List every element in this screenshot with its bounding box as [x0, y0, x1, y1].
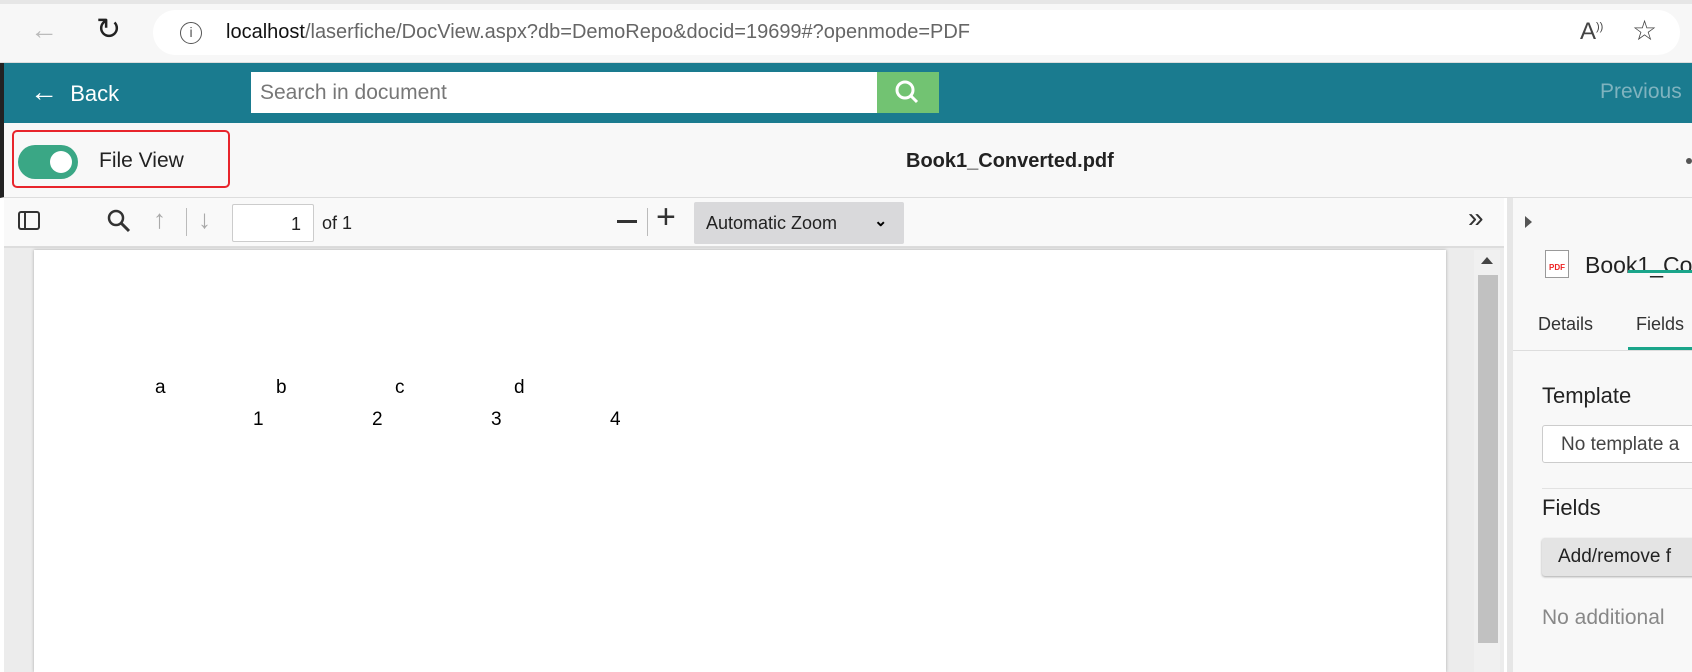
add-remove-fields-button[interactable]: Add/remove f	[1542, 538, 1692, 576]
cell-4: 4	[610, 409, 621, 430]
toggle-knob	[50, 151, 72, 173]
add-remove-label: Add/remove f	[1558, 546, 1671, 567]
scrollbar-thumb[interactable]	[1478, 275, 1498, 643]
tab-fields[interactable]: Fields	[1636, 314, 1684, 335]
cell-2: 2	[372, 409, 383, 430]
cell-b: b	[276, 377, 287, 398]
search-input[interactable]	[251, 72, 877, 113]
previous-button[interactable]: Previous	[1600, 80, 1682, 104]
cell-c: c	[395, 377, 405, 398]
search-button[interactable]	[877, 72, 939, 113]
cell-d: d	[514, 377, 525, 398]
scroll-up-icon[interactable]	[1481, 257, 1493, 264]
back-button[interactable]: ← Back	[30, 76, 119, 108]
back-label: Back	[70, 81, 120, 106]
add-favorite-icon[interactable]: ☆	[1632, 14, 1657, 47]
page-number-input[interactable]: 1	[232, 204, 314, 242]
zoom-select[interactable]: Automatic Zoom ⌄	[694, 202, 904, 244]
page-count: of 1	[322, 213, 353, 233]
browser-back-icon[interactable]: ←	[30, 14, 58, 46]
pdf-page: a b c d 1 2 3 4	[34, 250, 1446, 672]
active-tab-bar	[1628, 347, 1692, 350]
file-view-label: File View	[99, 149, 184, 172]
cell-1: 1	[253, 409, 264, 430]
more-icon[interactable]	[1686, 158, 1692, 164]
zoom-select-value: Automatic Zoom	[706, 213, 838, 233]
previous-page-icon[interactable]: ↑	[153, 204, 166, 235]
template-heading: Template	[1542, 383, 1632, 408]
reload-icon[interactable]: ↻	[96, 12, 121, 47]
read-aloud-icon[interactable]: A))	[1580, 18, 1603, 46]
divider	[186, 208, 187, 236]
tab-strip	[0, 0, 1692, 4]
fields-heading: Fields	[1542, 495, 1601, 520]
find-icon[interactable]	[106, 208, 132, 234]
url-path: /laserfiche/DocView.aspx?db=DemoRepo&doc…	[304, 21, 971, 43]
active-tab-indicator	[1628, 270, 1692, 273]
chevron-down-icon: ⌄	[874, 213, 888, 230]
pdf-file-icon: PDF	[1545, 250, 1569, 278]
template-select[interactable]: No template a	[1542, 425, 1692, 463]
zoom-in-icon[interactable]: +	[656, 198, 676, 237]
divider	[647, 208, 648, 236]
search-icon	[895, 80, 919, 104]
zoom-out-icon[interactable]	[617, 220, 637, 223]
next-page-icon[interactable]: ↓	[198, 204, 211, 235]
no-fields-text: No additional	[1542, 606, 1665, 629]
document-title: Book1_Converted.pdf	[906, 150, 1114, 172]
cell-a: a	[155, 377, 166, 398]
url-host: localhost	[226, 21, 305, 43]
document-toolbar	[0, 123, 1692, 198]
template-value: No template a	[1561, 434, 1680, 455]
arrow-left-icon: ←	[30, 76, 58, 107]
divider	[1542, 488, 1692, 489]
expand-panel-icon[interactable]	[1525, 216, 1532, 228]
tab-details[interactable]: Details	[1538, 314, 1593, 335]
tools-menu-icon[interactable]: »	[1468, 202, 1484, 234]
tab-underline	[1513, 350, 1692, 351]
sidebar-toggle-icon[interactable]	[18, 211, 40, 230]
site-info-icon[interactable]: i	[180, 22, 202, 44]
panel-doc-name: Book1_Co	[1585, 252, 1692, 278]
url-text[interactable]: localhost/laserfiche/DocView.aspx?db=Dem…	[226, 21, 970, 44]
cell-3: 3	[491, 409, 502, 430]
